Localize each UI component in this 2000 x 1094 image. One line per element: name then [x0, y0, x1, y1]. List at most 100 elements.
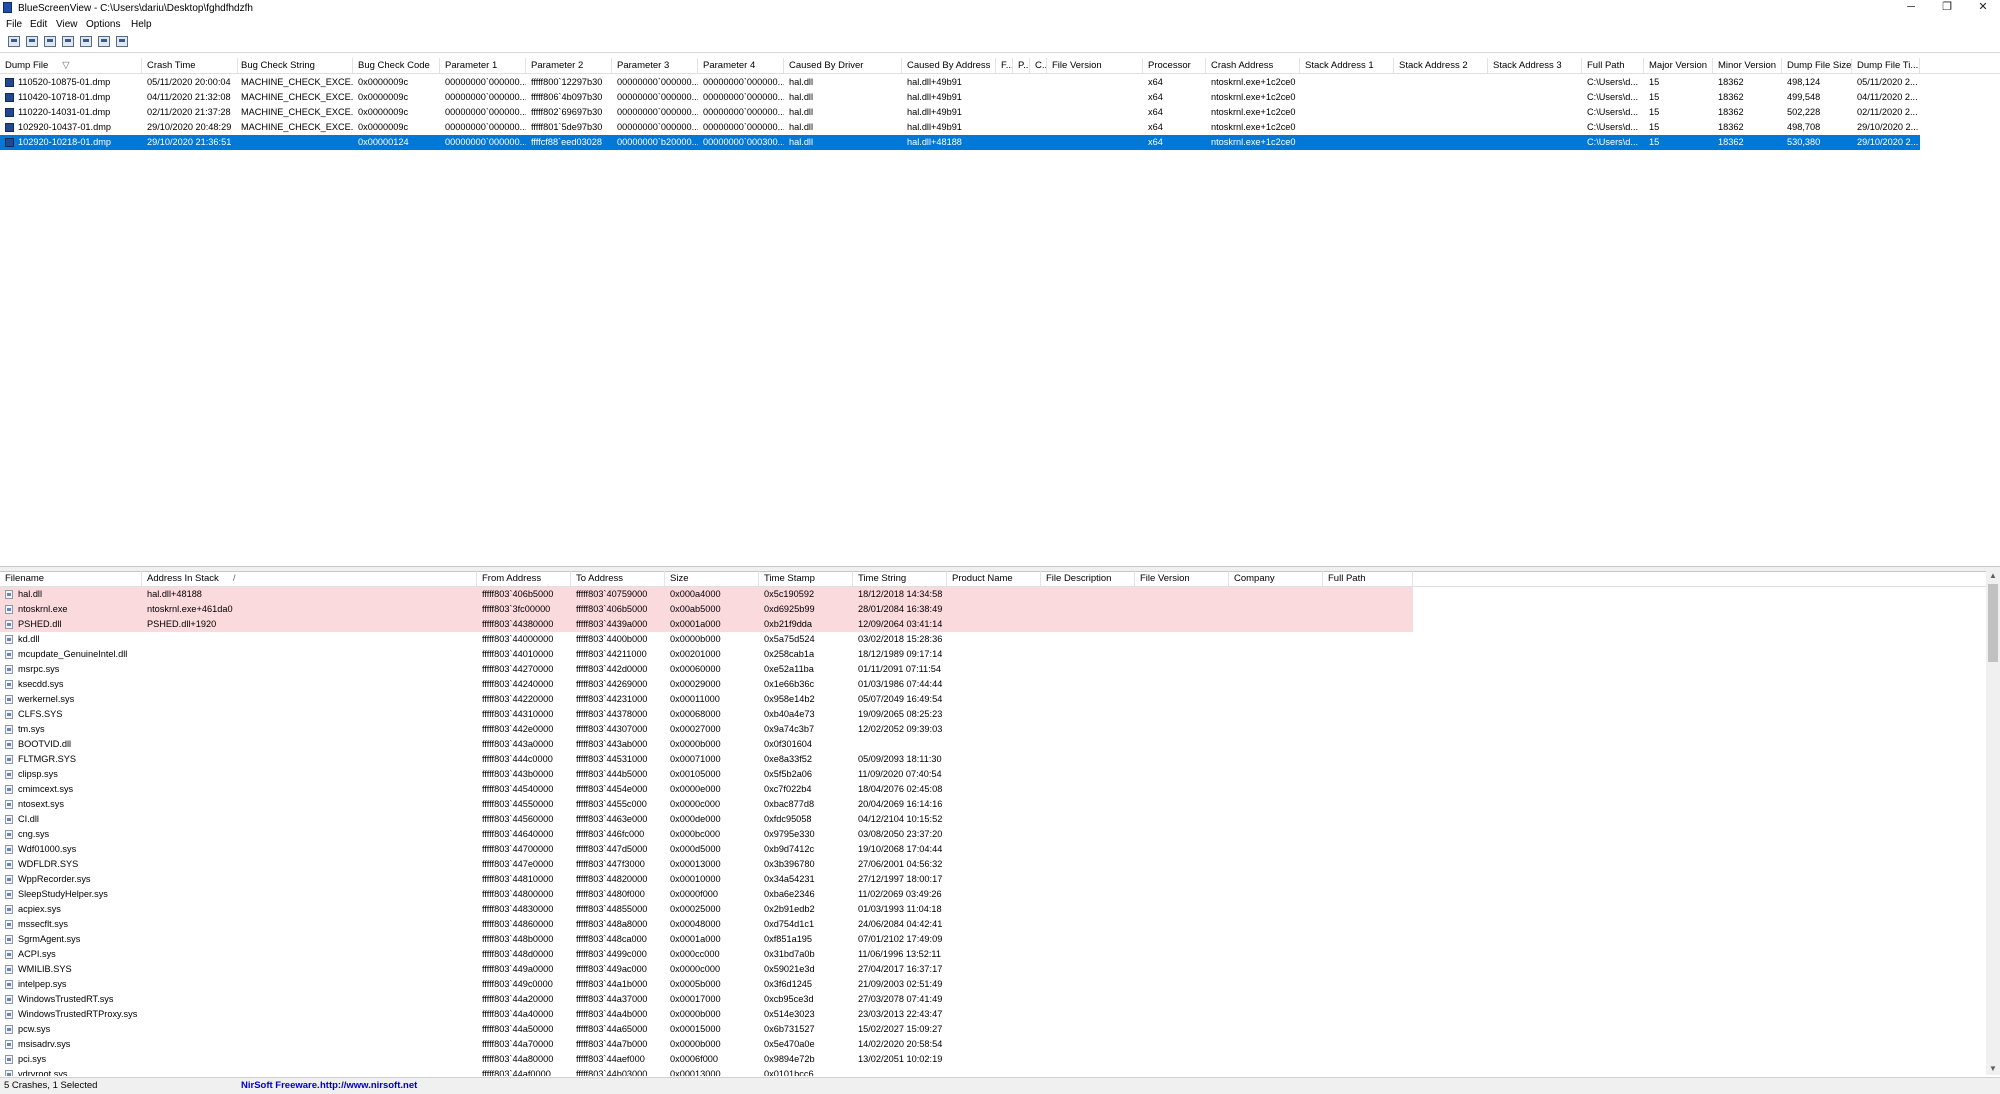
driver-row[interactable]: mcupdate_GenuineIntel.dll fffff803`440100… — [0, 647, 1413, 662]
menu-file[interactable]: File — [6, 19, 22, 30]
column-label: Time Stamp — [764, 573, 815, 584]
crash-row[interactable]: 110520-10875-01.dmp 05/11/2020 20:00:04 MA… — [0, 75, 1920, 90]
crash-col-parameter-3[interactable]: Parameter 3 — [612, 58, 698, 73]
driver-row[interactable]: kd.dll fffff803`44000000 fffff803`4400b000… — [0, 632, 1413, 647]
crash-col-processor[interactable]: Processor — [1143, 58, 1206, 73]
save-selected-icon[interactable] — [8, 36, 20, 47]
driver-row[interactable]: SleepStudyHelper.sys fffff803`44800000 fff… — [0, 887, 1413, 902]
restore-button[interactable]: ❐ — [1932, 0, 1962, 16]
crash-col-p[interactable]: P... — [1013, 58, 1030, 73]
driver-col-from-address[interactable]: From Address — [477, 571, 571, 586]
driver-col-time-string[interactable]: Time String — [853, 571, 947, 586]
crash-col-parameter-2[interactable]: Parameter 2 — [526, 58, 612, 73]
minimize-button[interactable]: ─ — [1896, 0, 1926, 16]
crash-col-c[interactable]: C... — [1030, 58, 1047, 73]
driver-col-address-in-stack[interactable]: Address In Stack / — [142, 571, 477, 586]
crash-col-stack-address-3[interactable]: Stack Address 3 — [1488, 58, 1582, 73]
driver-row[interactable]: pci.sys fffff803`44a80000 fffff803`44aef00… — [0, 1052, 1413, 1067]
driver-row[interactable]: acpiex.sys fffff803`44830000 fffff803`4485… — [0, 902, 1413, 917]
driver-col-filename[interactable]: Filename — [0, 571, 142, 586]
driver-row[interactable]: WppRecorder.sys fffff803`44810000 fffff803… — [0, 872, 1413, 887]
crash-col-crash-address[interactable]: Crash Address — [1206, 58, 1300, 73]
crash-row[interactable]: 102920-10437-01.dmp 29/10/2020 20:48:29 MA… — [0, 120, 1920, 135]
driver-row[interactable]: hal.dll hal.dll+48188 fffff803`406b5000 fff… — [0, 587, 1413, 602]
driver-row[interactable]: PSHED.dll PSHED.dll+1920 fffff803`44380000… — [0, 617, 1413, 632]
driver-row[interactable]: mssecflt.sys fffff803`44860000 fffff803`44… — [0, 917, 1413, 932]
crash-col-bug-check-code[interactable]: Bug Check Code — [353, 58, 440, 73]
driver-row[interactable]: pcw.sys fffff803`44a50000 fffff803`44a6500… — [0, 1022, 1413, 1037]
scroll-thumb[interactable] — [1988, 584, 1998, 662]
crash-col-stack-address-2[interactable]: Stack Address 2 — [1394, 58, 1488, 73]
driver-row[interactable]: clipsp.sys fffff803`443b0000 fffff803`444b… — [0, 767, 1413, 782]
nirsoft-link[interactable]: http://www.nirsoft.net — [320, 1080, 417, 1091]
exit-icon[interactable] — [116, 36, 128, 47]
crash-col-parameter-4[interactable]: Parameter 4 — [698, 58, 784, 73]
module-file-icon — [5, 605, 13, 614]
driver-row[interactable]: WMILIB.SYS fffff803`449a0000 fffff803`449a… — [0, 962, 1413, 977]
crash-col-f[interactable]: F... — [996, 58, 1013, 73]
scroll-up-icon[interactable]: ▲ — [1986, 570, 2000, 582]
driver-row[interactable]: CLFS.SYS fffff803`44310000 fffff803`443780… — [0, 707, 1413, 722]
driver-row[interactable]: Wdf01000.sys fffff803`44700000 fffff803`44… — [0, 842, 1413, 857]
driver-col-to-address[interactable]: To Address — [571, 571, 665, 586]
crash-col-dump-file[interactable]: Dump File ▽ — [0, 58, 142, 73]
driver-col-file-version[interactable]: File Version — [1135, 571, 1229, 586]
driver-row[interactable]: CI.dll fffff803`44560000 fffff803`4463e000… — [0, 812, 1413, 827]
crash-col-bug-check-string[interactable]: Bug Check String — [236, 58, 353, 73]
crash-col-full-path[interactable]: Full Path — [1582, 58, 1644, 73]
driver-row[interactable]: SgrmAgent.sys fffff803`448b0000 fffff803`4… — [0, 932, 1413, 947]
crash-row[interactable]: 110220-14031-01.dmp 02/11/2020 21:37:28 MA… — [0, 105, 1920, 120]
driver-row[interactable]: werkernel.sys fffff803`44220000 fffff803`4… — [0, 692, 1413, 707]
driver-row[interactable]: ksecdd.sys fffff803`44240000 fffff803`4426… — [0, 677, 1413, 692]
driver-list-scrollbar[interactable]: ▲ ▼ — [1986, 570, 2000, 1075]
crash-col-caused-by-driver[interactable]: Caused By Driver — [784, 58, 902, 73]
crash-col-minor-version[interactable]: Minor Version — [1713, 58, 1782, 73]
driver-col-time-stamp[interactable]: Time Stamp — [759, 571, 853, 586]
crash-row[interactable]: 102920-10218-01.dmp 29/10/2020 21:36:51 0x… — [0, 135, 1920, 150]
driver-col-product-name[interactable]: Product Name — [947, 571, 1041, 586]
driver-row[interactable]: cng.sys fffff803`44640000 fffff803`446fc00… — [0, 827, 1413, 842]
driver-row[interactable]: intelpep.sys fffff803`449c0000 fffff803`44… — [0, 977, 1413, 992]
crash-col-caused-by-address[interactable]: Caused By Address — [902, 58, 996, 73]
crash-row[interactable]: 110420-10718-01.dmp 04/11/2020 21:32:08 MA… — [0, 90, 1920, 105]
driver-row[interactable]: ACPI.sys fffff803`448d0000 fffff803`4499c0… — [0, 947, 1413, 962]
crash-col-dump-file-ti[interactable]: Dump File Ti... — [1852, 58, 1920, 73]
driver-row[interactable]: WindowsTrustedRT.sys fffff803`44a20000 fff… — [0, 992, 1413, 1007]
driver-row[interactable]: WDFLDR.SYS fffff803`447e0000 fffff803`447f… — [0, 857, 1413, 872]
cell: cng.sys — [18, 829, 50, 839]
save-icon[interactable] — [26, 36, 38, 47]
driver-row[interactable]: msisadrv.sys fffff803`44a70000 fffff803`44… — [0, 1037, 1413, 1052]
driver-row[interactable]: cmimcext.sys fffff803`44540000 fffff803`44… — [0, 782, 1413, 797]
driver-col-file-description[interactable]: File Description — [1041, 571, 1135, 586]
driver-row[interactable]: tm.sys fffff803`442e0000 fffff803`44307000… — [0, 722, 1413, 737]
driver-col-full-path[interactable]: Full Path — [1323, 571, 1413, 586]
driver-row[interactable]: msrpc.sys fffff803`44270000 fffff803`442d0… — [0, 662, 1413, 677]
crash-col-file-version[interactable]: File Version — [1047, 58, 1143, 73]
crash-col-major-version[interactable]: Major Version — [1644, 58, 1713, 73]
driver-col-size[interactable]: Size — [665, 571, 759, 586]
driver-row[interactable]: ntoskrnl.exe ntoskrnl.exe+461da0 fffff803`… — [0, 602, 1413, 617]
copy-icon[interactable] — [62, 36, 74, 47]
crash-col-parameter-1[interactable]: Parameter 1 — [440, 58, 526, 73]
find-icon[interactable] — [98, 36, 110, 47]
properties-icon[interactable] — [80, 36, 92, 47]
menu-options[interactable]: Options — [86, 19, 120, 30]
crash-col-crash-time[interactable]: Crash Time — [142, 58, 238, 73]
scroll-down-icon[interactable]: ▼ — [1986, 1063, 2000, 1075]
crash-col-dump-file-size[interactable]: Dump File Size — [1782, 58, 1852, 73]
menu-edit[interactable]: Edit — [30, 19, 47, 30]
cell: 0x00010000 — [670, 874, 721, 884]
driver-col-company[interactable]: Company — [1229, 571, 1323, 586]
driver-row[interactable]: WindowsTrustedRTProxy.sys fffff803`44a400… — [0, 1007, 1413, 1022]
driver-row[interactable]: ntosext.sys fffff803`44550000 fffff803`445… — [0, 797, 1413, 812]
menu-view[interactable]: View — [56, 19, 78, 30]
driver-row[interactable]: FLTMGR.SYS fffff803`444c0000 fffff803`4453… — [0, 752, 1413, 767]
driver-row[interactable]: BOOTVID.dll fffff803`443a0000 fffff803`443… — [0, 737, 1413, 752]
module-file-icon — [5, 965, 13, 974]
driver-row[interactable]: vdrvroot.sys fffff803`44af0000 fffff803`44… — [0, 1067, 1413, 1076]
menu-help[interactable]: Help — [131, 19, 152, 30]
close-button[interactable]: ✕ — [1968, 0, 1998, 16]
refresh-icon[interactable] — [44, 36, 56, 47]
crash-col-stack-address-1[interactable]: Stack Address 1 — [1300, 58, 1394, 73]
cell: msisadrv.sys — [18, 1039, 71, 1049]
